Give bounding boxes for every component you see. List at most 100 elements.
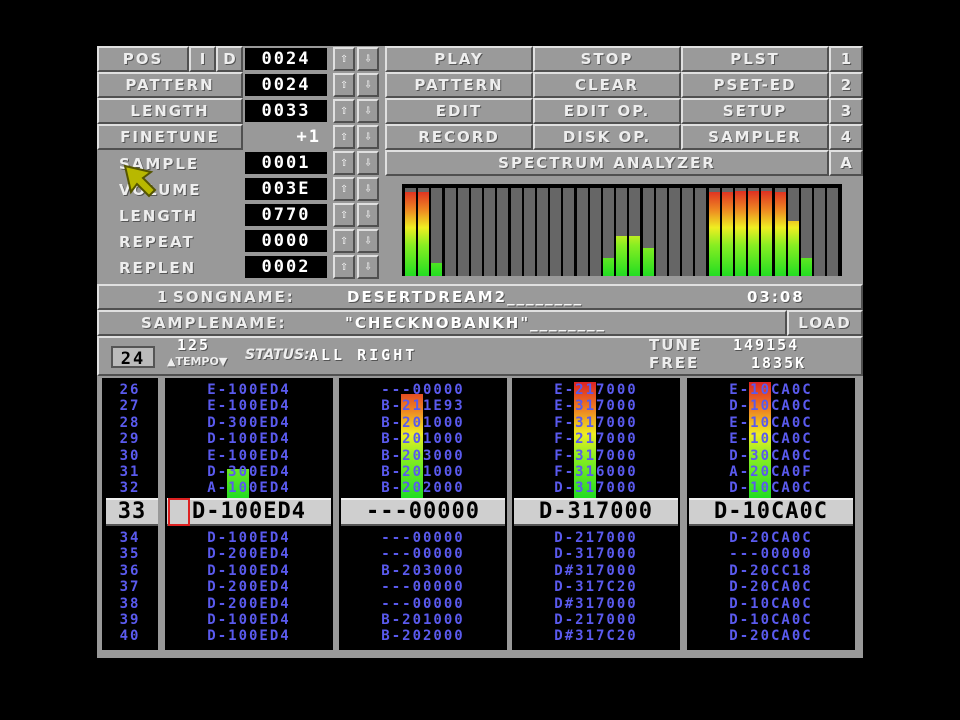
note-cell[interactable]: B-203000: [339, 448, 507, 464]
note-cell[interactable]: D-20CA0C: [687, 579, 855, 595]
clear-button[interactable]: CLEAR: [533, 72, 681, 98]
pos-delete-button[interactable]: D: [216, 46, 243, 72]
note-cell[interactable]: B-211E93: [339, 398, 507, 414]
sampler-button[interactable]: SAMPLER: [681, 124, 829, 150]
note-cell[interactable]: D-30CA0C: [687, 448, 855, 464]
note-cell[interactable]: D-200ED4: [165, 546, 333, 562]
screen-4-button[interactable]: 4: [829, 124, 863, 150]
note-cell[interactable]: E-100ED4: [165, 448, 333, 464]
note-cell[interactable]: A-100ED4: [165, 480, 333, 496]
finetune-down-button[interactable]: ⇩: [357, 125, 379, 149]
note-cell[interactable]: D-317000: [512, 546, 680, 562]
edit-button[interactable]: EDIT: [385, 98, 533, 124]
note-cell[interactable]: D-20CC18: [687, 563, 855, 579]
edit-op-button[interactable]: EDIT OP.: [533, 98, 681, 124]
sample-length-up-button[interactable]: ⇧: [333, 203, 355, 227]
note-cell[interactable]: D-20CA0C: [687, 628, 855, 644]
note-cell[interactable]: D-200ED4: [165, 579, 333, 595]
note-cell[interactable]: D-10CA0C: [687, 480, 855, 496]
note-cell[interactable]: ---00000: [687, 546, 855, 562]
note-cell[interactable]: D-10CA0C: [687, 398, 855, 414]
disk-op-button[interactable]: DISK OP.: [533, 124, 681, 150]
current-row-track-1[interactable]: D-100ED4: [167, 498, 331, 526]
note-cell[interactable]: ---00000: [339, 579, 507, 595]
tempo-label[interactable]: ▲TEMPO▼: [167, 354, 227, 370]
note-cell[interactable]: E-10CA0C: [687, 431, 855, 447]
note-cell[interactable]: D-100ED4: [165, 431, 333, 447]
note-cell[interactable]: ---00000: [339, 382, 507, 398]
note-cell[interactable]: D#317000: [512, 596, 680, 612]
repeat-down-button[interactable]: ⇩: [357, 229, 379, 253]
volume-down-button[interactable]: ⇩: [357, 177, 379, 201]
current-row-track-2[interactable]: ---00000: [341, 498, 505, 526]
note-cell[interactable]: D-300ED4: [165, 415, 333, 431]
note-cell[interactable]: B-201000: [339, 464, 507, 480]
note-cell[interactable]: D-100ED4: [165, 563, 333, 579]
note-cell[interactable]: D-100ED4: [165, 628, 333, 644]
note-cell[interactable]: B-201000: [339, 415, 507, 431]
screen-2-button[interactable]: 2: [829, 72, 863, 98]
pos-up-button[interactable]: ⇧: [333, 47, 355, 71]
note-cell[interactable]: A-20CA0F: [687, 464, 855, 480]
current-row-track-3[interactable]: D-317000: [514, 498, 678, 526]
note-cell[interactable]: F-316000: [512, 464, 680, 480]
current-row-track-4[interactable]: D-10CA0C: [689, 498, 853, 526]
sample-down-button[interactable]: ⇩: [357, 151, 379, 175]
samplename-field[interactable]: "CHECKNOBANKH"________: [345, 312, 606, 334]
screen-3-button[interactable]: 3: [829, 98, 863, 124]
note-cell[interactable]: D-217000: [512, 612, 680, 628]
note-cell[interactable]: E-317000: [512, 398, 680, 414]
spectrum-analyzer-button[interactable]: SPECTRUM ANALYZER: [385, 150, 829, 176]
note-cell[interactable]: D-317C20: [512, 579, 680, 595]
note-cell[interactable]: D-317000: [512, 480, 680, 496]
note-cell[interactable]: D#317000: [512, 563, 680, 579]
note-cell[interactable]: E-10CA0C: [687, 382, 855, 398]
pattern-up-button[interactable]: ⇧: [333, 73, 355, 97]
note-cell[interactable]: ---00000: [339, 546, 507, 562]
note-cell[interactable]: D-217000: [512, 530, 680, 546]
note-cell[interactable]: D-10CA0C: [687, 596, 855, 612]
replen-down-button[interactable]: ⇩: [357, 255, 379, 279]
load-button[interactable]: LOAD: [787, 310, 863, 336]
screen-a-button[interactable]: A: [829, 150, 863, 176]
pset-ed-button[interactable]: PSET-ED: [681, 72, 829, 98]
note-cell[interactable]: E-100ED4: [165, 382, 333, 398]
note-cell[interactable]: ---00000: [339, 596, 507, 612]
pos-down-button[interactable]: ⇩: [357, 47, 379, 71]
note-cell[interactable]: D-20CA0C: [687, 530, 855, 546]
note-cell[interactable]: B-201000: [339, 431, 507, 447]
note-cell[interactable]: B-202000: [339, 628, 507, 644]
note-cell[interactable]: B-203000: [339, 563, 507, 579]
note-cell[interactable]: D-200ED4: [165, 596, 333, 612]
play-button[interactable]: PLAY: [385, 46, 533, 72]
pos-insert-button[interactable]: I: [189, 46, 216, 72]
screen-1-button[interactable]: 1: [829, 46, 863, 72]
setup-button[interactable]: SETUP: [681, 98, 829, 124]
repeat-up-button[interactable]: ⇧: [333, 229, 355, 253]
length-down-button[interactable]: ⇩: [357, 99, 379, 123]
note-cell[interactable]: E-100ED4: [165, 398, 333, 414]
songname-field[interactable]: DESERTDREAM2________: [347, 286, 583, 308]
length-up-button[interactable]: ⇧: [333, 99, 355, 123]
note-cell[interactable]: D#317C20: [512, 628, 680, 644]
note-cell[interactable]: ---00000: [339, 530, 507, 546]
record-button[interactable]: RECORD: [385, 124, 533, 150]
note-cell[interactable]: D-10CA0C: [687, 612, 855, 628]
volume-up-button[interactable]: ⇧: [333, 177, 355, 201]
note-cell[interactable]: F-317000: [512, 415, 680, 431]
pattern-down-button[interactable]: ⇩: [357, 73, 379, 97]
finetune-up-button[interactable]: ⇧: [333, 125, 355, 149]
sample-up-button[interactable]: ⇧: [333, 151, 355, 175]
note-cell[interactable]: B-201000: [339, 612, 507, 628]
note-cell[interactable]: E-217000: [512, 382, 680, 398]
note-cell[interactable]: D-300ED4: [165, 464, 333, 480]
replen-up-button[interactable]: ⇧: [333, 255, 355, 279]
note-cell[interactable]: B-202000: [339, 480, 507, 496]
sample-length-down-button[interactable]: ⇩: [357, 203, 379, 227]
note-cell[interactable]: E-10CA0C: [687, 415, 855, 431]
note-cell[interactable]: D-100ED4: [165, 612, 333, 628]
note-cell[interactable]: F-217000: [512, 431, 680, 447]
note-cell[interactable]: D-100ED4: [165, 530, 333, 546]
stop-button[interactable]: STOP: [533, 46, 681, 72]
plst-button[interactable]: PLST: [681, 46, 829, 72]
